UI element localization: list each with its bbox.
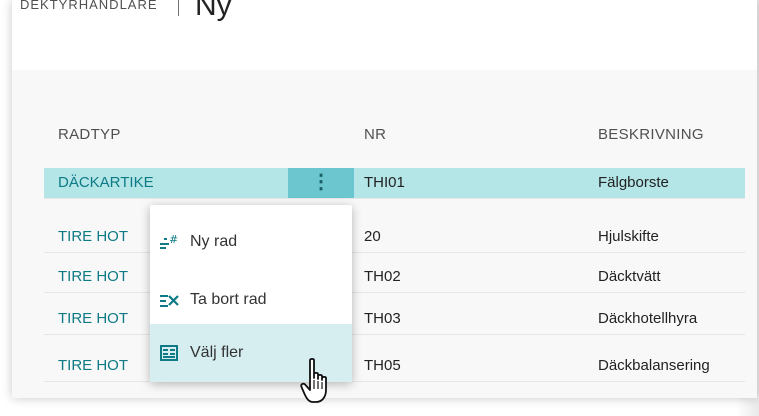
row-description[interactable]: Däckhotellhyra <box>598 304 697 334</box>
row-nr[interactable]: THI01 <box>364 168 405 198</box>
new-row-icon: # <box>158 231 180 253</box>
menu-item-label: Välj fler <box>190 344 244 361</box>
row-type-link[interactable]: TIRE HOT <box>58 262 128 292</box>
row-type-link[interactable]: DÄCKARTIKE <box>58 168 154 198</box>
more-vertical-icon[interactable]: ⋮ <box>288 168 354 198</box>
page-caption: DEKTYRHANDLARE <box>20 0 158 10</box>
column-header-description[interactable]: BESKRIVNING <box>598 126 704 143</box>
row-type-link[interactable]: TIRE HOT <box>58 304 128 334</box>
hand-cursor-icon <box>300 357 334 412</box>
row-nr[interactable]: TH02 <box>364 262 401 292</box>
delete-row-icon <box>158 289 180 311</box>
row-description[interactable]: Hjulskifte <box>598 222 659 252</box>
row-context-menu: # Ny rad Ta bort rad Välj fler <box>150 205 352 382</box>
row-type-link[interactable]: TIRE HOT <box>58 351 128 381</box>
row-nr[interactable]: TH03 <box>364 304 401 334</box>
menu-item-delete-row[interactable]: Ta bort rad <box>150 271 352 329</box>
column-header-nr[interactable]: NR <box>364 126 386 143</box>
page-panel: DEKTYRHANDLARE Ny <box>12 0 757 398</box>
header-separator <box>178 0 179 16</box>
select-multiple-icon <box>158 342 180 364</box>
menu-item-label: Ny rad <box>190 233 238 250</box>
svg-text:#: # <box>169 233 178 246</box>
row-description[interactable]: Fälgborste <box>598 168 669 198</box>
row-nr[interactable]: TH05 <box>364 351 401 381</box>
table-row[interactable]: DÄCKARTIKE ⋮ THI01 Fälgborste <box>44 168 745 199</box>
row-type-link[interactable]: TIRE HOT <box>58 222 128 252</box>
column-header-type[interactable]: RADTYP <box>58 126 121 143</box>
row-nr[interactable]: 20 <box>364 222 381 252</box>
row-description[interactable]: Däckbalansering <box>598 351 710 381</box>
page-title: Ny <box>195 0 232 22</box>
menu-item-label: Ta bort rad <box>190 291 267 308</box>
page-header: DEKTYRHANDLARE Ny <box>12 0 757 71</box>
row-description[interactable]: Däcktvätt <box>598 262 661 292</box>
menu-item-new-row[interactable]: # Ny rad <box>150 213 352 271</box>
